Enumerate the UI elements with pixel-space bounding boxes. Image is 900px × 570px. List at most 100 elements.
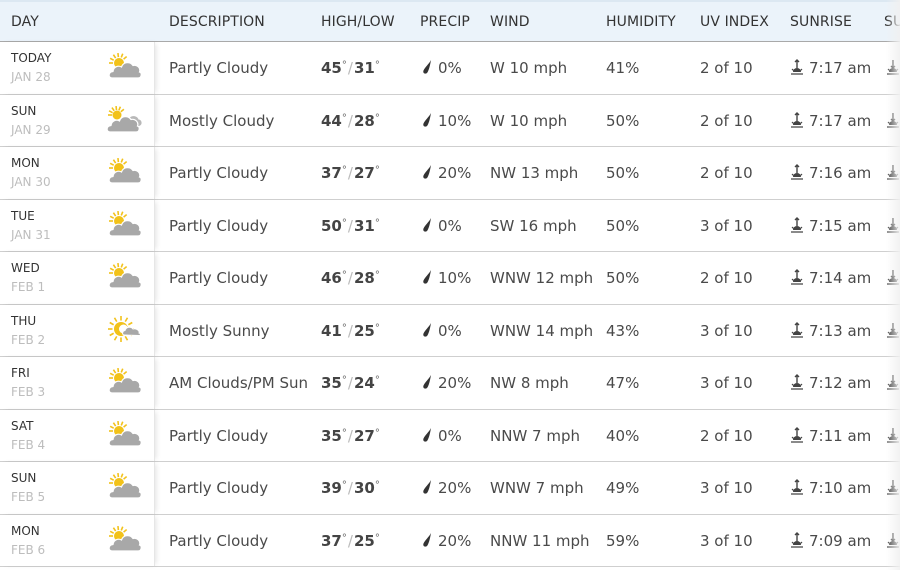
day-name: MON xyxy=(11,523,40,538)
high-temp: 37 xyxy=(321,164,342,182)
sunset-icon xyxy=(887,427,899,443)
uv-index: 3 of 10 xyxy=(700,216,753,235)
separator: / xyxy=(347,111,353,130)
forecast-row[interactable]: MON FEB 6 Partly Cloudy 37°/25° 20% NNW … xyxy=(0,514,900,567)
partly-cloudy-icon xyxy=(106,471,142,501)
high-low: 50°/31° xyxy=(321,217,380,235)
separator: / xyxy=(347,374,353,392)
description: Partly Cloudy xyxy=(169,426,269,445)
precip-value: 20% xyxy=(438,531,472,550)
sunrise: 7:13 am xyxy=(790,322,871,340)
raindrop-icon xyxy=(423,532,431,547)
forecast-row[interactable]: TUE JAN 31 Partly Cloudy 50°/31° 0% SW 1… xyxy=(0,199,900,252)
sunset-icon xyxy=(887,217,899,233)
humidity: 47% xyxy=(606,374,640,392)
high-low: 45°/31° xyxy=(321,59,380,77)
day-date: FEB 5 xyxy=(11,490,46,504)
header-humidity[interactable]: HUMIDITY xyxy=(606,14,676,30)
wind: NNW 7 mph xyxy=(490,426,580,445)
raindrop-icon xyxy=(423,322,431,337)
header-uv-index[interactable]: UV INDEX xyxy=(700,14,769,30)
degree-symbol: ° xyxy=(374,217,380,229)
forecast-row[interactable]: WED FEB 1 Partly Cloudy 46°/28° 10% WNW … xyxy=(0,252,900,305)
day-cell: TODAY JAN 28 xyxy=(0,42,155,94)
forecast-row[interactable]: MON JAN 30 Partly Cloudy 37°/27° 20% NW … xyxy=(0,147,900,200)
precip-value: 10% xyxy=(438,269,472,287)
description: AM Clouds/PM Sun xyxy=(169,374,308,392)
degree-symbol: ° xyxy=(341,375,347,386)
humidity: 49% xyxy=(606,479,640,497)
day-cell: SUN JAN 29 xyxy=(0,94,155,146)
header-sunset[interactable]: SU xyxy=(884,14,900,30)
humidity: 50% xyxy=(606,216,640,235)
day-name: WED xyxy=(11,261,40,275)
separator: / xyxy=(347,164,353,182)
wind: WNW 12 mph xyxy=(490,269,594,287)
header-sunrise[interactable]: SUNRISE xyxy=(790,14,852,30)
partly-cloudy-icon xyxy=(106,419,142,449)
separator: / xyxy=(347,216,353,235)
partly-cloudy-icon xyxy=(106,156,142,186)
precip: 20% xyxy=(422,479,471,497)
wind: NW 8 mph xyxy=(490,374,569,392)
day-cell: SUN FEB 5 xyxy=(0,462,155,514)
forecast-row[interactable]: SAT FEB 4 Partly Cloudy 35°/27° 0% NNW 7… xyxy=(0,409,900,462)
header-high-low[interactable]: HIGH/LOW xyxy=(321,14,395,30)
degree-symbol: ° xyxy=(341,217,347,229)
forecast-row[interactable]: SUN JAN 29 Mostly Cloudy 44°/28° 10% W 1… xyxy=(0,94,900,147)
forecast-row[interactable]: SUN FEB 5 Partly Cloudy 39°/30° 20% WNW … xyxy=(0,462,900,515)
description: Partly Cloudy xyxy=(169,216,269,235)
high-temp: 35 xyxy=(321,374,342,392)
header-description[interactable]: DESCRIPTION xyxy=(169,14,265,30)
sunrise-icon xyxy=(791,479,803,495)
low-temp: 28 xyxy=(353,111,375,130)
degree-symbol: ° xyxy=(341,60,347,71)
low-temp: 25 xyxy=(353,321,375,340)
sunrise: 7:14 am xyxy=(790,269,871,287)
raindrop-icon xyxy=(423,480,431,494)
header-precip[interactable]: PRECIP xyxy=(420,14,470,30)
sunrise-icon xyxy=(791,111,803,128)
separator: / xyxy=(347,531,353,550)
day-date: JAN 31 xyxy=(11,227,51,242)
uv-index: 2 of 10 xyxy=(700,59,753,77)
sunset-icon xyxy=(887,270,899,285)
day-date: JAN 30 xyxy=(11,175,51,189)
degree-symbol: ° xyxy=(341,427,347,439)
sunset xyxy=(886,164,900,182)
uv-index: 2 of 10 xyxy=(700,111,753,130)
sunset-icon xyxy=(887,112,899,128)
uv-index: 2 of 10 xyxy=(700,426,753,445)
sunrise-icon xyxy=(791,531,803,548)
humidity: 40% xyxy=(606,426,640,445)
sunrise-icon xyxy=(791,321,803,338)
high-temp: 37 xyxy=(321,531,342,550)
degree-symbol: ° xyxy=(374,427,380,439)
partly-cloudy-icon xyxy=(106,366,142,396)
sunrise: 7:12 am xyxy=(790,374,871,392)
forecast-row[interactable]: TODAY JAN 28 Partly Cloudy 45°/31° 0% W … xyxy=(0,42,900,95)
precip: 0% xyxy=(422,322,462,340)
raindrop-icon xyxy=(423,427,431,442)
low-temp: 27 xyxy=(353,164,375,182)
sunset xyxy=(886,112,900,130)
raindrop-icon xyxy=(423,112,431,127)
description: Mostly Sunny xyxy=(169,321,270,340)
precip-value: 20% xyxy=(438,164,472,182)
precip: 20% xyxy=(422,164,471,182)
precip: 10% xyxy=(422,269,471,287)
sunrise: 7:11 am xyxy=(790,427,871,445)
header-wind[interactable]: WIND xyxy=(490,14,530,30)
high-temp: 39 xyxy=(321,479,342,497)
uv-index: 2 of 10 xyxy=(700,164,753,182)
forecast-row[interactable]: FRI FEB 3 AM Clouds/PM Sun 35°/24° 20% N… xyxy=(0,357,900,410)
degree-symbol: ° xyxy=(341,165,347,176)
mostly-cloudy-icon xyxy=(106,104,142,134)
partly-cloudy-icon xyxy=(106,524,142,554)
raindrop-icon xyxy=(423,217,431,232)
forecast-row[interactable]: THU FEB 2 Mostly Sunny 41°/25° 0% WNW 14… xyxy=(0,304,900,357)
header-day[interactable]: DAY xyxy=(11,14,39,30)
uv-index: 3 of 10 xyxy=(700,531,753,550)
humidity: 59% xyxy=(606,531,640,550)
high-low: 41°/25° xyxy=(321,322,380,340)
